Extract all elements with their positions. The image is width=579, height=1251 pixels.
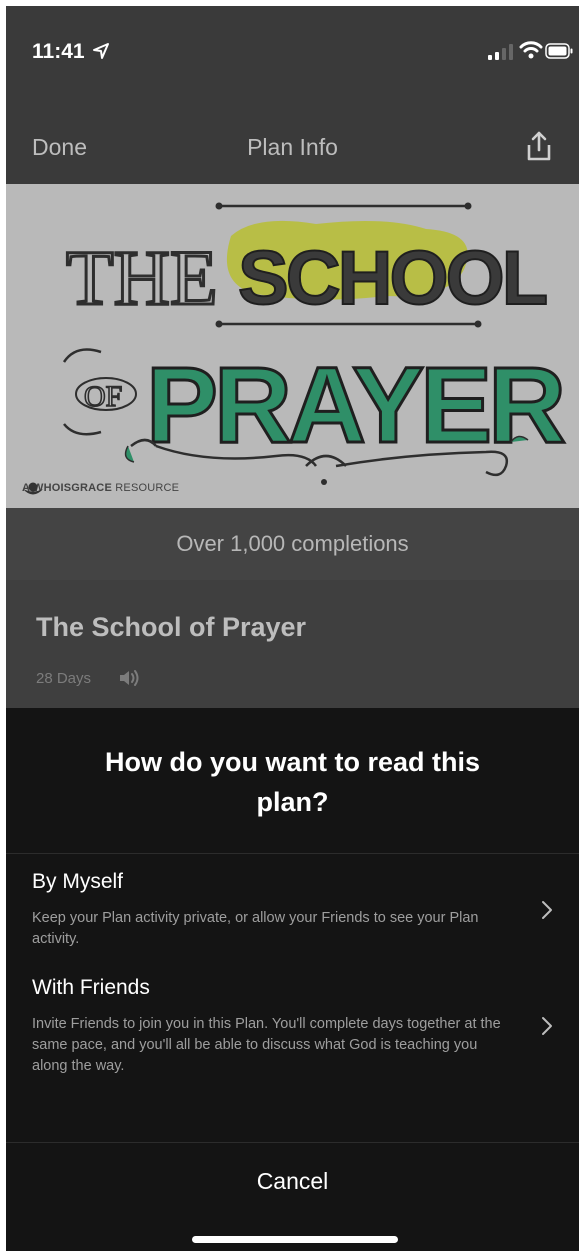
option-description: Invite Friends to join you in this Plan.… [32, 1016, 501, 1074]
art-word-of: OF [84, 380, 122, 413]
page-title: Plan Info [247, 134, 338, 160]
cellular-signal-icon [488, 44, 513, 60]
resource-credit: A WHOISGRACE RESOURCE [22, 482, 180, 495]
hero-artwork: THE SCHOOL OF PRAYER [62, 202, 570, 485]
audio-icon [120, 670, 139, 686]
option-title: By Myself [32, 870, 124, 893]
plan-duration: 28 Days [36, 670, 92, 687]
art-word-the: THE [66, 234, 218, 321]
divider [6, 853, 579, 854]
home-indicator[interactable] [192, 1236, 398, 1243]
status-time: 11:41 [32, 40, 85, 63]
cancel-button[interactable]: Cancel [6, 1145, 579, 1215]
whoisgrace-logo-icon [23, 482, 43, 495]
resource-credit-text: A WHOISGRACE RESOURCE [22, 482, 180, 494]
read-plan-action-sheet: How do you want to read this plan? By My… [6, 708, 579, 1251]
phone-screen: 11:41 Done Plan Info THE SCHOOL OF PRAYE… [6, 6, 579, 1251]
sheet-question: How do you want to read this plan? [104, 747, 480, 817]
share-icon[interactable] [525, 130, 553, 162]
option-description: Keep your Plan activity private, or allo… [32, 910, 479, 947]
plan-cover-image: THE SCHOOL OF PRAYER A WHOISGRACE RESOUR… [6, 184, 579, 508]
divider [6, 1142, 579, 1143]
navigation-bar: Done Plan Info [6, 94, 579, 184]
location-arrow-icon [93, 43, 109, 59]
wifi-icon [519, 41, 543, 59]
battery-icon [545, 43, 573, 59]
plan-title: The School of Prayer [36, 612, 307, 642]
option-by-myself[interactable]: By Myself Keep your Plan activity privat… [6, 866, 579, 956]
chevron-right-icon [542, 901, 552, 919]
chevron-right-icon [542, 1017, 552, 1035]
option-title: With Friends [32, 976, 150, 999]
art-word-school: SCHOOL [238, 236, 547, 321]
completions-count: Over 1,000 completions [6, 508, 579, 580]
option-with-friends[interactable]: With Friends Invite Friends to join you … [6, 972, 579, 1082]
art-word-prayer: PRAYER [146, 344, 564, 465]
status-bar: 11:41 [6, 6, 579, 94]
plan-summary: The School of Prayer 28 Days [6, 580, 579, 708]
